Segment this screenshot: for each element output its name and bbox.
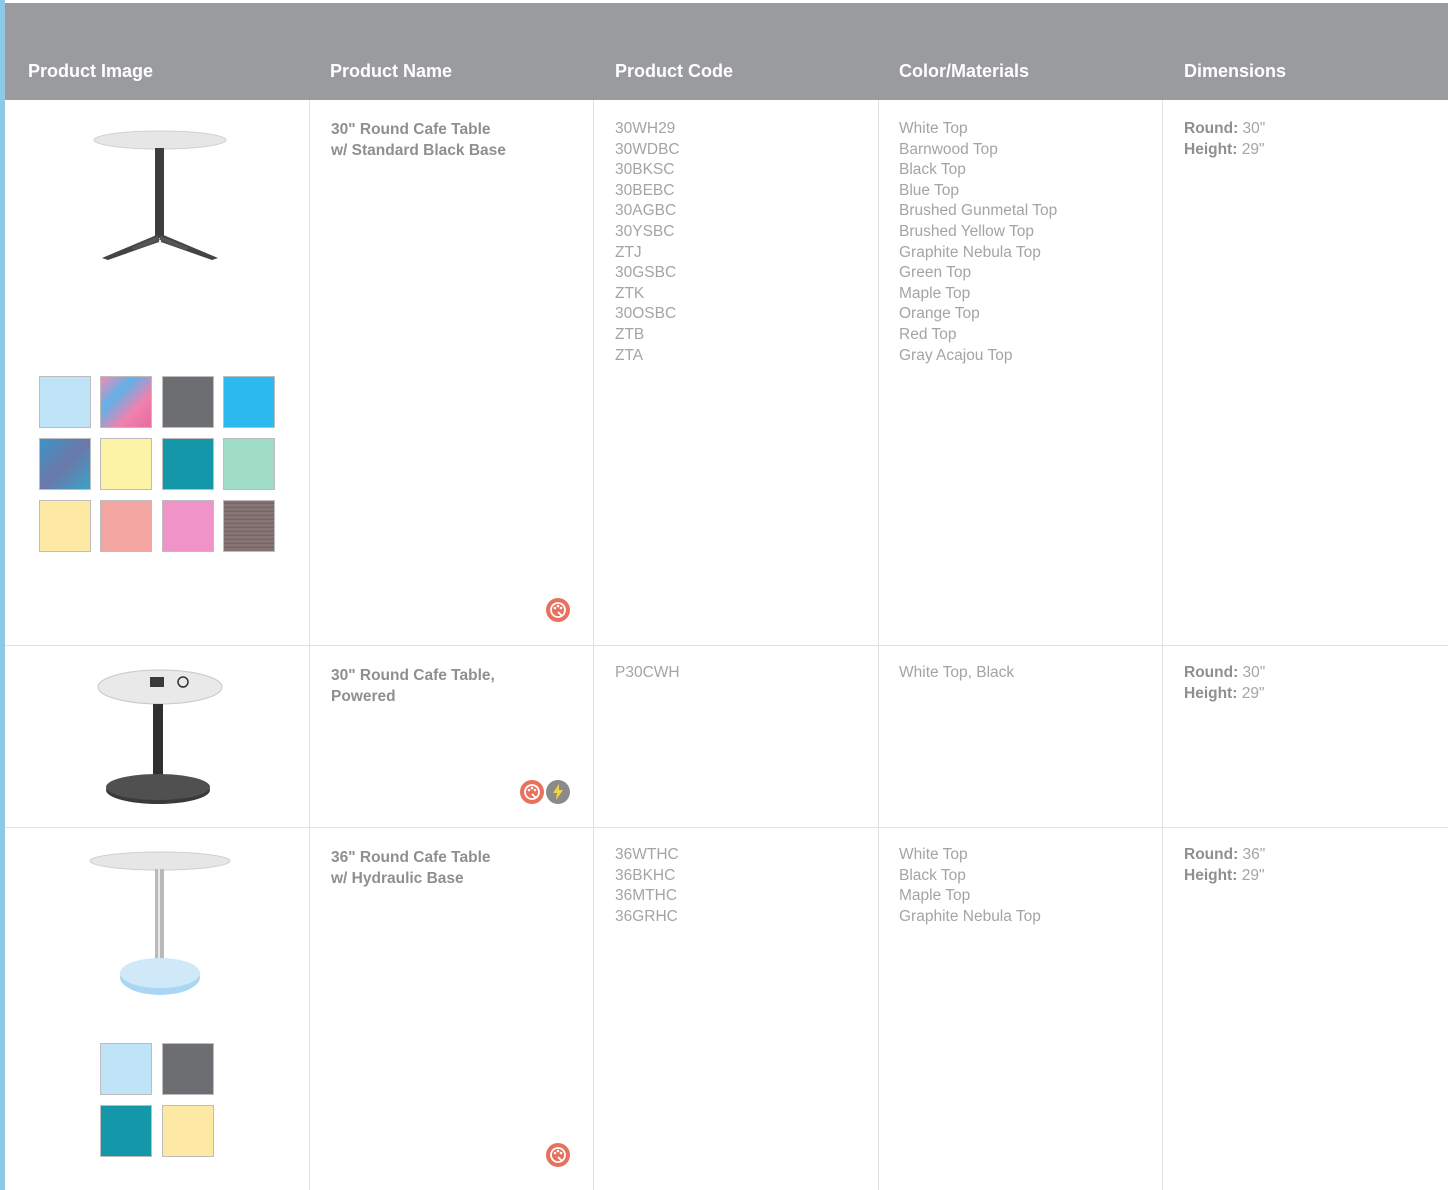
table-row: 36" Round Cafe Table w/ Hydraulic Base 3… [5,827,1448,1190]
product-code: 30WH29 [615,120,676,137]
swatch-black[interactable] [162,376,214,428]
product-code: 36BKHC [615,866,676,884]
color-material: White Top [899,120,968,137]
product-code: 30BKSC [615,161,675,179]
dimensions: Round: 36" Height: 29" [1184,845,1265,886]
product-code-list: 30WH29 30WDBC 30BKSC 30BEBC 30AGBC 30YSB… [615,119,680,366]
color-material: White Top, Black [899,664,1015,681]
color-material: Gray Acajou Top [899,346,1013,364]
power-bolt-icon[interactable] [546,780,570,804]
swatch-maple[interactable] [162,1105,214,1157]
table-row: 30" Round Cafe Table w/ Standard Black B… [5,100,1448,646]
round-value: 36" [1242,846,1266,863]
table-header: Product Image Product Name Product Code … [5,3,1448,100]
swatch-graphite-nebula[interactable] [162,438,214,490]
swatch-green[interactable] [223,438,275,490]
swatch-brushed-yellow[interactable] [100,438,152,490]
header-product-name: Product Name [330,61,453,81]
color-material: Brushed Yellow Top [899,222,1035,240]
color-material: Black Top [899,161,966,179]
header-dimensions: Dimensions [1184,61,1287,81]
color-material-list: White Top Black Top Maple Top Graphite N… [899,845,1041,927]
palette-icon[interactable] [546,1143,570,1167]
product-image-powered-cafe-table [97,669,223,804]
color-material: Maple Top [899,284,971,302]
swatch-white[interactable] [39,376,91,428]
product-name-line2: w/ Standard Black Base [331,142,506,159]
color-material: Graphite Nebula Top [899,907,1041,925]
product-name: 30" Round Cafe Table w/ Standard Black B… [331,119,571,161]
product-name: 36" Round Cafe Table w/ Hydraulic Base [331,847,571,889]
table-row: 30" Round Cafe Table, Powered P30CWH Whi… [5,645,1448,828]
product-image-cafe-table-x-base [93,130,227,260]
color-material: White Top [899,846,968,863]
height-value: 29" [1241,684,1265,702]
swatch-red[interactable] [162,500,214,552]
product-code: ZTK [615,284,645,302]
dimensions: Round: 30" Height: 29" [1184,663,1265,704]
swatch-gray-acajou[interactable] [223,500,275,552]
round-label: Round: [1184,846,1239,863]
color-material: Orange Top [899,305,980,323]
swatch-orange[interactable] [100,500,152,552]
product-name-line1: 36" Round Cafe Table [331,849,491,866]
header-product-code: Product Code [615,61,734,81]
dimensions: Round: 30" Height: 29" [1184,119,1265,160]
round-value: 30" [1242,664,1266,681]
height-label: Height: [1184,684,1238,702]
product-code: ZTA [615,346,644,364]
color-material: Brushed Gunmetal Top [899,202,1058,220]
product-code: 36MTHC [615,887,678,905]
product-name-line1: 30" Round Cafe Table [331,121,491,138]
header-color-materials: Color/Materials [899,61,1030,81]
product-name: 30" Round Cafe Table, Powered [331,665,571,707]
palette-icon[interactable] [546,598,570,622]
color-material: Maple Top [899,887,971,905]
swatch-brushed-gunmetal[interactable] [39,438,91,490]
height-value: 29" [1241,140,1265,158]
color-material: Red Top [899,325,957,343]
height-value: 29" [1241,866,1265,884]
product-code: 36GRHC [615,907,678,925]
round-value: 30" [1242,120,1266,137]
round-label: Round: [1184,120,1239,137]
swatch-maple[interactable] [39,500,91,552]
swatch-graphite-nebula[interactable] [100,1105,152,1157]
product-code: 30GSBC [615,264,677,282]
palette-icon[interactable] [520,780,544,804]
product-code-list: P30CWH [615,663,680,684]
product-code: ZTB [615,325,645,343]
product-code: 30BEBC [615,181,675,199]
product-name-line2: w/ Hydraulic Base [331,870,464,887]
color-material: Green Top [899,264,972,282]
product-name-line1: 30" Round Cafe Table, [331,667,495,684]
product-image-hydraulic-cafe-table [89,851,231,995]
product-code: 30AGBC [615,202,677,220]
product-code: 30YSBC [615,222,675,240]
color-material: Graphite Nebula Top [899,243,1041,261]
swatch-barnwood[interactable] [100,376,152,428]
color-material: Barnwood Top [899,140,998,158]
swatch-blue[interactable] [223,376,275,428]
header-product-image: Product Image [28,61,154,81]
round-label: Round: [1184,664,1239,681]
product-code: 36WTHC [615,846,679,863]
product-code: ZTJ [615,243,642,261]
product-code-list: 36WTHC 36BKHC 36MTHC 36GRHC [615,845,679,927]
color-material: Black Top [899,866,966,884]
product-code: P30CWH [615,664,680,681]
swatch-black[interactable] [162,1043,214,1095]
color-material: Blue Top [899,181,960,199]
product-name-line2: Powered [331,688,396,705]
height-label: Height: [1184,866,1238,884]
color-material-list: White Top, Black [899,663,1014,684]
product-code: 30WDBC [615,140,680,158]
swatch-white[interactable] [100,1043,152,1095]
product-code: 30OSBC [615,305,677,323]
height-label: Height: [1184,140,1238,158]
color-material-list: White Top Barnwood Top Black Top Blue To… [899,119,1057,366]
